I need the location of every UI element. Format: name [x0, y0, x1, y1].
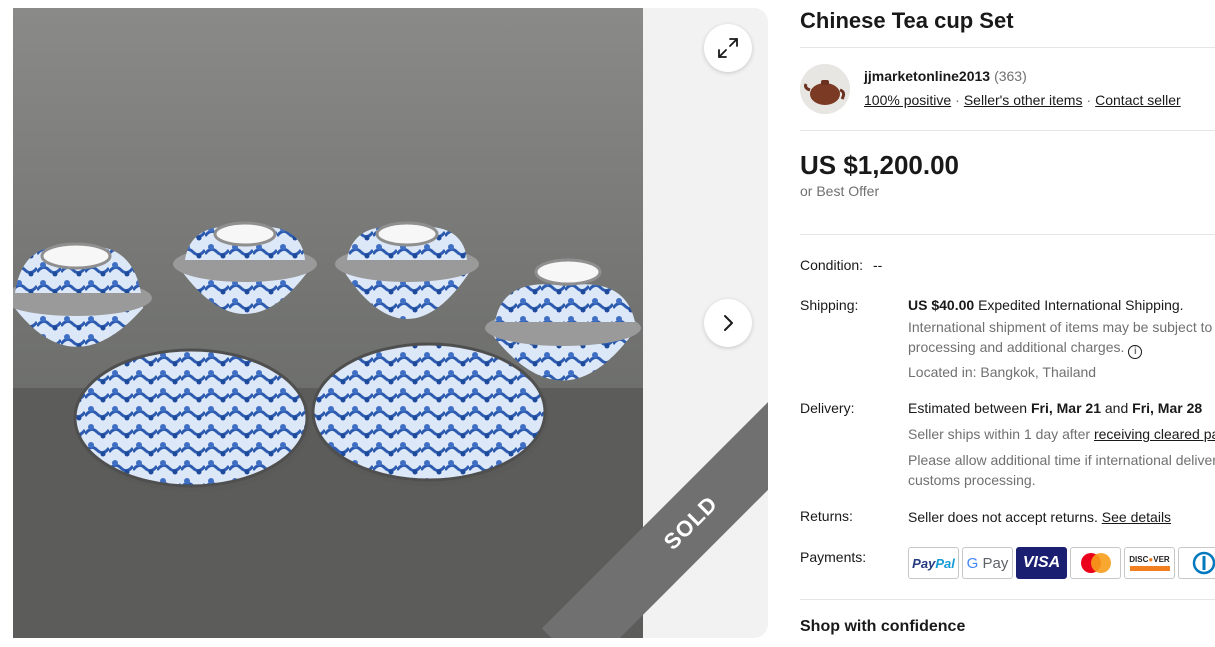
diners-club-icon — [1192, 551, 1215, 575]
delivery-estimate: Estimated between Fri, Mar 21 and Fri, M… — [908, 400, 1202, 416]
contact-seller-link[interactable]: Contact seller — [1095, 92, 1181, 108]
shipping-method: Expedited International Shipping. — [978, 297, 1184, 313]
discover-bar — [1129, 566, 1170, 571]
delivery-label: Delivery: — [800, 400, 855, 416]
listing-title: Chinese Tea cup Set — [800, 8, 1014, 33]
delivery-end-date: Fri, Mar 28 — [1132, 400, 1203, 416]
product-photo[interactable] — [13, 8, 643, 638]
returns-policy: Seller does not accept returns. See deta… — [908, 509, 1171, 525]
shop-with-confidence-heading: Shop with confidence — [800, 618, 966, 635]
next-image-button[interactable] — [704, 299, 752, 347]
condition-row: Condition: -- — [800, 257, 882, 273]
divider — [800, 599, 1215, 600]
seller-other-items-link[interactable]: Seller's other items — [964, 92, 1083, 108]
condition-value: -- — [872, 257, 883, 273]
condition-label: Condition: — [800, 257, 864, 273]
google-pay-logo: G Pay — [962, 547, 1013, 579]
allow-time-line2: customs processing. — [908, 472, 1036, 488]
fullscreen-button[interactable] — [704, 24, 752, 72]
seller-info: jjmarketonline2013 (363) — [864, 68, 1027, 84]
expand-icon — [718, 38, 738, 58]
paypal-logo: Pay Pal — [908, 547, 959, 579]
seller-feedback-count: (363) — [994, 68, 1027, 84]
mastercard-logo — [1070, 547, 1121, 579]
delivery-start-date: Fri, Mar 21 — [1030, 400, 1101, 416]
returns-text: Seller does not accept returns. — [908, 509, 1098, 525]
payment-methods: Pay Pal G Pay VISA DISC●VER — [908, 547, 1215, 579]
mastercard-icon — [1080, 553, 1111, 573]
allow-time-line1: Please allow additional time if internat… — [908, 452, 1215, 468]
seller-name[interactable]: jjmarketonline2013 — [864, 68, 990, 84]
best-offer-text: or Best Offer — [800, 183, 880, 199]
tea-set-photo — [13, 8, 643, 638]
divider — [800, 234, 1215, 235]
chevron-right-icon — [724, 315, 733, 331]
link-separator: · — [955, 92, 960, 108]
shipping-label: Shipping: — [800, 297, 859, 313]
image-gallery: SOLD — [13, 8, 768, 638]
discover-logo: DISC●VER — [1124, 547, 1175, 579]
positive-feedback-link[interactable]: 100% positive — [864, 92, 951, 108]
cleared-payment-link[interactable]: receiving cleared payment. — [1094, 426, 1215, 442]
visa-logo: VISA — [1016, 547, 1067, 579]
info-icon[interactable]: i — [1128, 345, 1143, 359]
item-location: Located in: Bangkok, Thailand — [908, 364, 1097, 380]
shipping-price: US $40.00 — [908, 297, 975, 313]
shipping-summary: US $40.00 Expedited International Shippi… — [908, 297, 1184, 313]
shipping-note-line2: processing and additional charges. i — [908, 339, 1143, 359]
shipping-note-text: processing and additional charges. — [908, 339, 1125, 355]
divider — [800, 130, 1215, 131]
returns-label: Returns: — [800, 508, 853, 524]
diners-club-logo — [1178, 547, 1215, 579]
seller-links: 100% positive · Seller's other items · Conta… — [864, 92, 1181, 108]
divider — [800, 47, 1215, 48]
item-price: US $1,200.00 — [800, 150, 960, 180]
returns-see-details-link[interactable]: See details — [1102, 509, 1171, 525]
sold-label: SOLD — [658, 490, 723, 555]
teapot-avatar-icon — [800, 64, 850, 114]
seller-ships-note: Seller ships within 1 day after receivin… — [908, 426, 1215, 442]
delivery-and: and — [1104, 400, 1129, 416]
shipping-note-line1: International shipment of items may be s… — [908, 319, 1215, 335]
payments-label: Payments: — [800, 549, 867, 565]
ships-text: Seller ships within 1 day after — [908, 426, 1091, 442]
link-separator: · — [1086, 92, 1092, 108]
delivery-prefix: Estimated between — [908, 400, 1028, 416]
seller-avatar[interactable] — [800, 64, 850, 114]
listing-details-panel: Chinese Tea cup Set jjmarketonline2013 (3… — [800, 0, 1215, 647]
